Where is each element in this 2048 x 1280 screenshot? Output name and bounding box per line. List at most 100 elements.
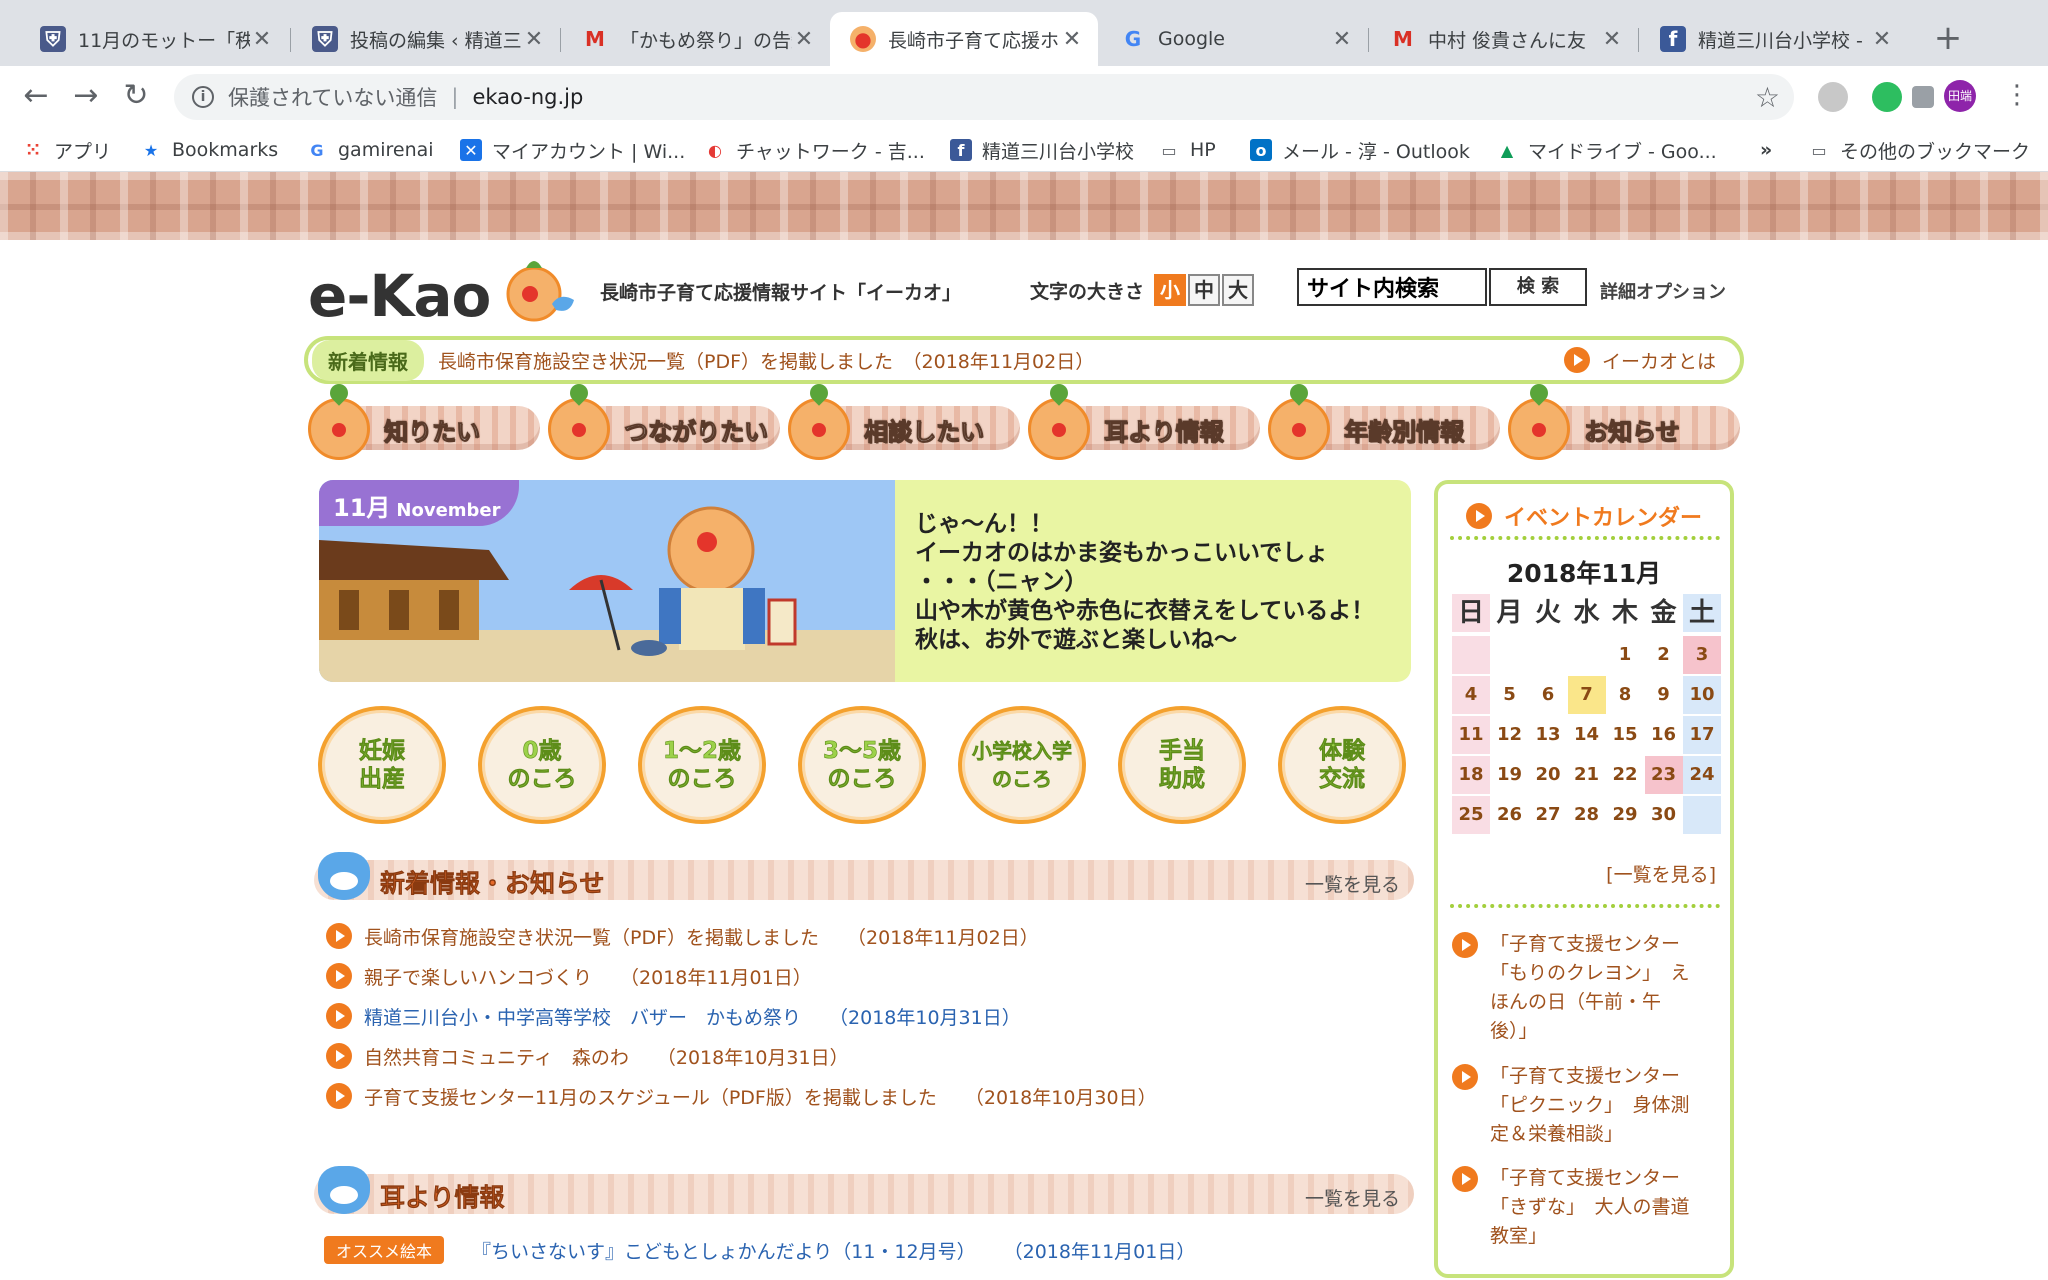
font-size-large-button[interactable]: 大 bbox=[1222, 274, 1255, 306]
age-button-school[interactable]: 小学校入学 のころ bbox=[958, 706, 1086, 824]
bookmarks-overflow[interactable]: » bbox=[1760, 134, 1772, 166]
calendar-day[interactable]: 23 bbox=[1644, 756, 1683, 794]
age-button-3-5[interactable]: 3〜5歳 のころ bbox=[798, 706, 926, 824]
font-size-small-button[interactable]: 小 bbox=[1154, 274, 1187, 306]
bookmark-item[interactable]: ★ Bookmarks bbox=[140, 134, 278, 166]
bookmark-item[interactable]: G gamirenai bbox=[306, 134, 433, 166]
calendar-day[interactable]: 29 bbox=[1606, 796, 1644, 834]
calendar-day[interactable]: 24 bbox=[1683, 756, 1721, 794]
close-icon[interactable]: ✕ bbox=[792, 27, 816, 52]
nav-tsunagaritai[interactable]: つながりたい bbox=[548, 380, 780, 460]
calendar-day[interactable]: 6 bbox=[1529, 676, 1567, 714]
bookmark-item[interactable]: ▭ HP bbox=[1158, 134, 1215, 166]
calendar-day[interactable]: 19 bbox=[1491, 756, 1529, 794]
calendar-day[interactable]: 30 bbox=[1645, 796, 1683, 834]
profile-avatar[interactable]: 田端 bbox=[1944, 80, 1976, 112]
list-item[interactable]: 精道三川台小・中学高等学校 バザー かもめ祭り （2018年10月31日） bbox=[326, 996, 1386, 1036]
search-options-link[interactable]: 詳細オプション bbox=[1600, 278, 1726, 304]
list-item[interactable]: 長崎市保育施設空き状況一覧（PDF）を掲載しました （2018年11月02日） bbox=[326, 916, 1386, 956]
age-button-allowance[interactable]: 手当 助成 bbox=[1118, 706, 1246, 824]
nav-soudanshitai[interactable]: 相談したい bbox=[788, 380, 1020, 460]
forward-arrow-icon[interactable]: → bbox=[66, 76, 106, 116]
back-arrow-icon[interactable]: ← bbox=[16, 76, 56, 116]
event-item[interactable]: 「子育て支援センター 「もりのクレヨン」 えほんの日（午前・午 後）」 bbox=[1452, 930, 1722, 1046]
url-text[interactable]: ekao-ng.jp bbox=[472, 85, 583, 109]
close-icon[interactable]: ✕ bbox=[1330, 27, 1354, 52]
nav-nenreibetsu[interactable]: 年齢別情報 bbox=[1268, 380, 1500, 460]
news-more-link[interactable]: 一覧を見る bbox=[1305, 870, 1400, 897]
calendar-day[interactable]: 7 bbox=[1567, 676, 1606, 714]
mimiyori-more-link[interactable]: 一覧を見る bbox=[1305, 1184, 1400, 1211]
info-icon[interactable]: i bbox=[192, 86, 214, 108]
age-button-1-2[interactable]: 1〜2歳 のころ bbox=[638, 706, 766, 824]
close-icon[interactable]: ✕ bbox=[522, 27, 546, 52]
bookmark-item[interactable]: ◐ チャットワーク - 吉... bbox=[704, 134, 925, 166]
nav-shiritai[interactable]: 知りたい bbox=[308, 380, 540, 460]
calendar-day[interactable]: 3 bbox=[1683, 636, 1721, 674]
bookmark-star-icon[interactable]: ☆ bbox=[1755, 81, 1780, 114]
calendar-day[interactable]: 4 bbox=[1452, 676, 1490, 714]
browser-tab[interactable]: f 精道三川台小学校 - ホ ✕ bbox=[1640, 12, 1908, 66]
browser-tab[interactable]: ⛨ 投稿の編集 ‹ 精道三川 ✕ bbox=[292, 12, 560, 66]
evernote-icon[interactable] bbox=[1872, 82, 1902, 112]
list-item[interactable]: 自然共育コミュニティ 森のわ （2018年10月31日） bbox=[326, 1036, 1386, 1076]
calendar-day[interactable]: 11 bbox=[1452, 716, 1490, 754]
list-item[interactable]: オススメ絵本 『ちいさないす』こどもとしょかんだより（11・12月号） （201… bbox=[324, 1230, 1386, 1270]
calendar-day[interactable]: 5 bbox=[1491, 676, 1529, 714]
browser-menu-icon[interactable]: ⋮ bbox=[2004, 80, 2030, 110]
site-logo[interactable]: e-Kao bbox=[308, 262, 491, 330]
calendar-day[interactable]: 9 bbox=[1645, 676, 1683, 714]
list-item[interactable]: 親子で楽しいハンコづくり （2018年11月01日） bbox=[326, 956, 1386, 996]
calendar-day[interactable]: 2 bbox=[1645, 636, 1683, 674]
calendar-day[interactable]: 17 bbox=[1683, 716, 1721, 754]
about-ekao-link[interactable]: イーカオとは bbox=[1563, 347, 1716, 374]
bookmark-item[interactable]: ▲ マイドライブ - Goo... bbox=[1496, 134, 1717, 166]
calendar-day[interactable]: 10 bbox=[1683, 676, 1721, 714]
reload-icon[interactable]: ↻ bbox=[116, 76, 156, 116]
calendar-more-link[interactable]: [一覧を見る] bbox=[1606, 860, 1716, 887]
event-item[interactable]: 「子育て支援センター 「きずな」 大人の書道 教室」 bbox=[1452, 1164, 1722, 1251]
calendar-day[interactable]: 26 bbox=[1491, 796, 1529, 834]
event-item[interactable]: 「子育て支援センター 「ピクニック」 身体測 定＆栄養相談」 bbox=[1452, 1062, 1722, 1149]
calendar-day[interactable]: 25 bbox=[1452, 796, 1490, 834]
site-search-input[interactable] bbox=[1297, 268, 1487, 306]
age-button-pregnancy[interactable]: 妊娠 出産 bbox=[318, 706, 446, 824]
font-size-medium-button[interactable]: 中 bbox=[1188, 274, 1221, 306]
calendar-day[interactable]: 12 bbox=[1491, 716, 1529, 754]
calendar-day[interactable]: 22 bbox=[1606, 756, 1644, 794]
close-icon[interactable]: ✕ bbox=[1060, 27, 1084, 52]
bookmark-item[interactable]: f 精道三川台小学校 bbox=[950, 134, 1134, 166]
calendar-day[interactable]: 28 bbox=[1568, 796, 1606, 834]
browser-tab[interactable]: M 中村 俊貴さんに友 ✕ bbox=[1370, 12, 1638, 66]
calendar-day[interactable]: 20 bbox=[1529, 756, 1567, 794]
browser-tab[interactable]: M 「かもめ祭り」の告知 ✕ bbox=[562, 12, 830, 66]
calendar-day[interactable]: 16 bbox=[1645, 716, 1683, 754]
bookmark-other-folder[interactable]: ▭ その他のブックマーク bbox=[1808, 134, 2030, 166]
bookmark-item[interactable]: ✕ マイアカウント | Wi... bbox=[460, 134, 685, 166]
age-button-0[interactable]: 0歳 のころ bbox=[478, 706, 606, 824]
calendar-day[interactable]: 1 bbox=[1606, 636, 1644, 674]
address-bar[interactable]: i 保護されていない通信 | ekao-ng.jp ☆ bbox=[174, 74, 1794, 120]
browser-tab[interactable]: G Google ✕ bbox=[1100, 12, 1368, 66]
calendar-day[interactable]: 15 bbox=[1606, 716, 1644, 754]
close-icon[interactable]: ✕ bbox=[250, 27, 274, 52]
close-icon[interactable]: ✕ bbox=[1600, 27, 1624, 52]
extension-icon[interactable] bbox=[1912, 86, 1934, 108]
browser-tab-active[interactable]: ● 長崎市子育て応援ホーム ✕ bbox=[830, 12, 1098, 66]
calendar-day[interactable]: 8 bbox=[1606, 676, 1644, 714]
bookmark-item[interactable]: o メール - 淳 - Outlook bbox=[1250, 134, 1470, 166]
calendar-day[interactable]: 18 bbox=[1452, 756, 1490, 794]
bookmark-item[interactable]: ⁙ アプリ bbox=[22, 134, 111, 166]
calendar-day[interactable]: 13 bbox=[1529, 716, 1567, 754]
ticker-message[interactable]: 長崎市保育施設空き状況一覧（PDF）を掲載しました （2018年11月02日） bbox=[438, 347, 1094, 374]
calendar-day[interactable]: 27 bbox=[1529, 796, 1567, 834]
browser-tab[interactable]: ⛨ 11月のモットー「秩序 ✕ bbox=[20, 12, 288, 66]
nav-mimiyori[interactable]: 耳より情報 bbox=[1028, 380, 1260, 460]
extension-chat-icon[interactable] bbox=[1818, 82, 1848, 112]
seasonal-banner[interactable]: 11月 November じゃ〜ん！！ イーカオのはかま姿もかっこいいでしょ ・・… bbox=[319, 480, 1411, 682]
new-tab-button[interactable]: + bbox=[1930, 18, 1966, 58]
age-button-experience[interactable]: 体験 交流 bbox=[1278, 706, 1406, 824]
list-item[interactable]: 子育て支援センター11月のスケジュール（PDF版）を掲載しました （2018年10… bbox=[326, 1076, 1386, 1116]
calendar-day[interactable]: 14 bbox=[1568, 716, 1606, 754]
nav-oshirase[interactable]: お知らせ bbox=[1508, 380, 1740, 460]
